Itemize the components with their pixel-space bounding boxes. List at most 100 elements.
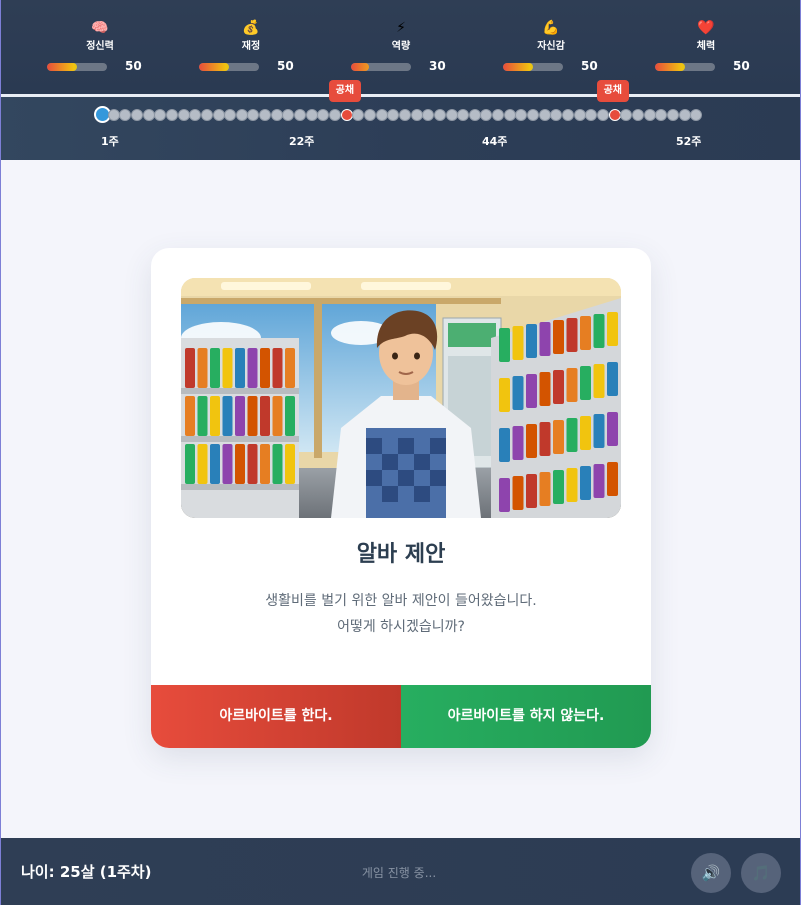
week-dot <box>317 109 330 121</box>
week-dot <box>666 109 679 121</box>
stat-value: 30 <box>429 59 446 73</box>
week-dot <box>690 109 703 121</box>
week-dot <box>154 109 167 121</box>
week-dot <box>457 109 470 121</box>
week-dot <box>631 109 644 121</box>
convenience-store-illustration <box>181 278 621 518</box>
week-timeline: 1주 22주 44주 52주 공채 공채 <box>1 80 800 160</box>
week-dot <box>305 109 318 121</box>
accept-job-button[interactable]: 아르바이트를 한다. <box>151 685 401 748</box>
stat-bar-fill <box>655 63 685 71</box>
week-dot <box>643 109 656 121</box>
week-dot <box>550 109 563 121</box>
event-description-line: 생활비를 벌기 위한 알바 제안이 들어왔습니다. <box>265 593 537 609</box>
stat-bar <box>351 63 411 71</box>
money-bag-icon: 💰 <box>242 20 260 36</box>
week-dot <box>107 109 120 121</box>
stat-bar <box>47 63 107 71</box>
week-dot <box>189 109 202 121</box>
stat-label: 자신감 <box>537 41 565 52</box>
week-dot <box>294 109 307 121</box>
age-display: 나이: 25살 (1주차) <box>21 863 152 881</box>
week-dot <box>200 109 213 121</box>
week-dot <box>142 109 155 121</box>
stat-bar-fill <box>47 63 77 71</box>
week-dot <box>212 109 225 121</box>
event-description-line: 어떻게 하시겠습니까? <box>337 619 465 635</box>
week-dot <box>468 109 481 121</box>
music-note-icon[interactable]: 🎵 <box>741 853 781 893</box>
stat-stamina: ❤️ 체력 50 <box>655 18 775 82</box>
stat-value: 50 <box>581 59 598 73</box>
stat-label: 정신력 <box>86 41 114 52</box>
week-dot <box>177 109 190 121</box>
week-dot <box>329 109 341 121</box>
week-dot <box>387 109 400 121</box>
recruitment-badge: 공채 <box>328 80 362 102</box>
week-label: 52주 <box>676 135 702 148</box>
week-dot <box>235 109 248 121</box>
stat-bar-fill <box>351 63 369 71</box>
stat-mental: 🧠 정신력 50 <box>47 18 167 82</box>
week-dot <box>270 109 283 121</box>
week-dot <box>527 109 540 121</box>
stat-ability: ⚡ 역량 30 <box>351 18 471 82</box>
week-dot <box>655 109 668 121</box>
week-dot <box>562 109 574 121</box>
week-dot <box>247 109 260 121</box>
game-status: 게임 진행 중... <box>361 866 437 880</box>
week-dot <box>492 109 505 121</box>
stat-value: 50 <box>733 59 750 73</box>
week-dot <box>503 109 516 121</box>
week-label: 1주 <box>101 135 119 148</box>
week-dot <box>620 109 633 121</box>
week-dot <box>410 109 423 121</box>
week-dot <box>433 109 446 121</box>
week-dot <box>352 109 365 121</box>
week-dot <box>422 109 435 121</box>
stat-confidence: 💪 자신감 50 <box>503 18 623 82</box>
brain-icon: 🧠 <box>91 20 109 36</box>
week-dot <box>259 109 272 121</box>
week-dot <box>585 109 598 121</box>
event-week-dot <box>608 109 621 121</box>
stat-bar-fill <box>503 63 533 71</box>
stat-value: 50 <box>277 59 294 73</box>
week-dot <box>573 109 586 121</box>
heart-icon: ❤️ <box>697 20 715 36</box>
stat-label: 역량 <box>391 41 411 52</box>
week-dot <box>445 109 458 121</box>
week-dot <box>596 109 609 121</box>
week-dot <box>375 109 388 121</box>
stat-value: 50 <box>125 59 142 73</box>
stat-bar-fill <box>199 63 229 71</box>
stat-bar <box>655 63 715 71</box>
week-dot <box>538 109 551 121</box>
week-dot <box>130 109 143 121</box>
week-dot <box>119 109 132 121</box>
event-description: 생활비를 벌기 위한 알바 제안이 들어왔습니다. 어떻게 하시겠습니까? <box>151 588 651 640</box>
stat-finance: 💰 재정 50 <box>199 18 319 82</box>
flexed-arm-icon: 💪 <box>542 20 560 36</box>
recruitment-badge: 공채 <box>596 80 629 102</box>
stat-label: 재정 <box>241 41 261 52</box>
week-dot <box>224 109 237 121</box>
status-bar: 나이: 25살 (1주차) 게임 진행 중... 🔊 🎵 <box>1 838 800 905</box>
week-dot <box>480 109 493 121</box>
week-dot <box>282 109 295 121</box>
stat-label: 체력 <box>696 41 716 52</box>
stat-bar <box>199 63 259 71</box>
week-dot <box>515 109 528 121</box>
game-frame: 🧠 정신력 50 💰 재정 50 ⚡ 역량 30 💪 자신감 50 ❤️ 체력 <box>1 0 800 905</box>
week-label: 22주 <box>289 135 315 148</box>
week-dot <box>363 109 376 121</box>
week-dot <box>678 109 691 121</box>
stats-bar: 🧠 정신력 50 💰 재정 50 ⚡ 역량 30 💪 자신감 50 ❤️ 체력 <box>1 0 800 94</box>
stat-bar <box>503 63 563 71</box>
speaker-icon[interactable]: 🔊 <box>691 853 731 893</box>
event-card: 알바 제안 생활비를 벌기 위한 알바 제안이 들어왔습니다. 어떻게 하시겠습… <box>151 248 651 748</box>
week-label: 44주 <box>482 135 508 148</box>
week-dot <box>398 109 411 121</box>
decline-job-button[interactable]: 아르바이트를 하지 않는다. <box>401 685 651 748</box>
event-title: 알바 제안 <box>356 542 446 567</box>
